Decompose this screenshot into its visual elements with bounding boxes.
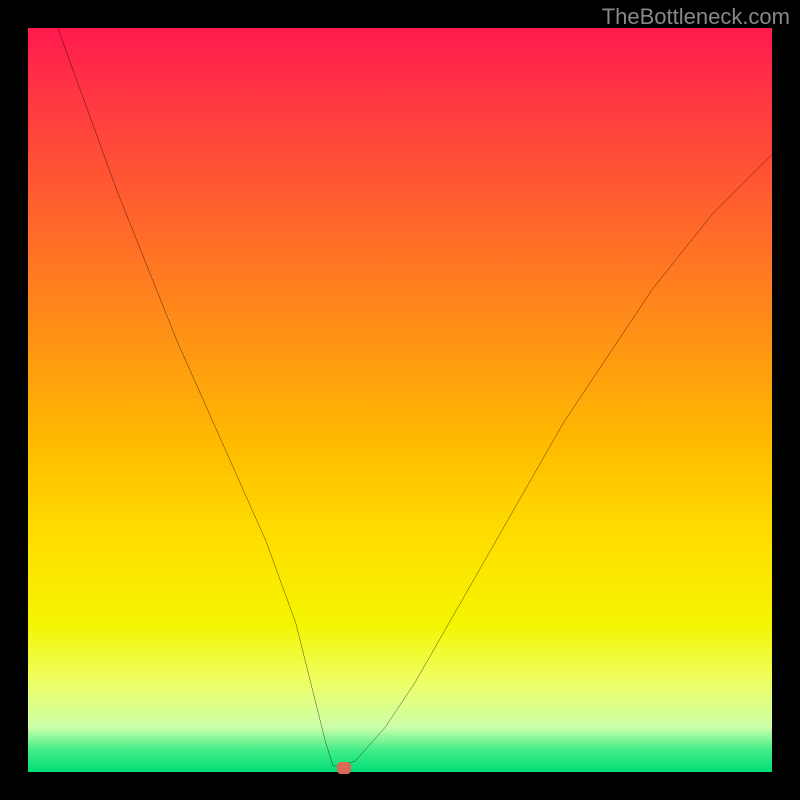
chart-plot-area <box>28 28 772 772</box>
optimal-point-marker <box>337 762 351 774</box>
watermark-text: TheBottleneck.com <box>602 4 790 30</box>
bottleneck-curve <box>28 28 772 772</box>
